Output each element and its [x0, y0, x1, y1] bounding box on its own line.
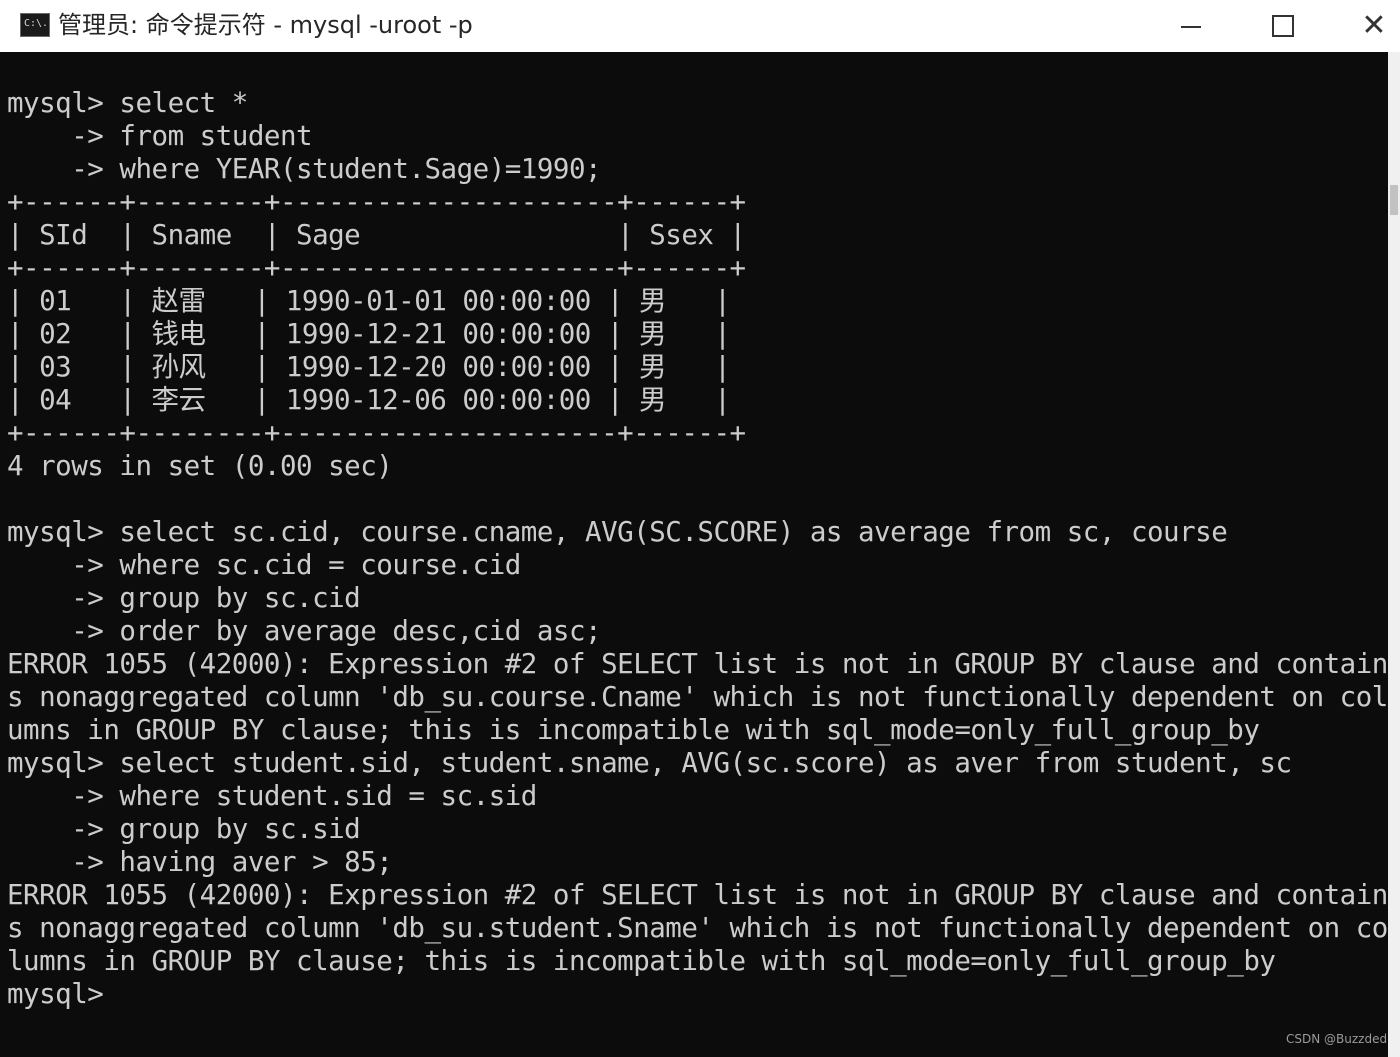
scrollbar-thumb[interactable] — [1390, 185, 1398, 215]
title-bar[interactable]: C:\. 管理员: 命令提示符 - mysql -uroot -p ✕ — [0, 0, 1400, 52]
error-message: ERROR 1055 (42000): Expression #2 of SEL… — [7, 648, 1388, 680]
error-message: s nonaggregated column 'db_su.course.Cna… — [7, 681, 1388, 713]
window-title: 管理员: 命令提示符 - mysql -uroot -p — [58, 11, 473, 39]
table-header: | SId | Sname | Sage | Ssex | — [7, 219, 746, 251]
table-row: | 03 | 孙风 | 1990-12-20 00:00:00 | 男 | — [7, 351, 731, 383]
vertical-scrollbar[interactable] — [1388, 52, 1400, 1057]
table-border: +------+--------+---------------------+-… — [7, 417, 746, 449]
error-message: umns in GROUP BY clause; this is incompa… — [7, 714, 1260, 746]
table-border: +------+--------+---------------------+-… — [7, 252, 746, 284]
console-line: mysql> select sc.cid, course.cname, AVG(… — [7, 516, 1228, 548]
console-line: -> where sc.cid = course.cid — [7, 549, 521, 581]
console-line: -> where student.sid = sc.sid — [7, 780, 537, 812]
table-row: | 04 | 李云 | 1990-12-06 00:00:00 | 男 | — [7, 384, 731, 416]
minimize-icon — [1181, 26, 1201, 28]
close-button[interactable]: ✕ — [1328, 0, 1400, 52]
error-message: ERROR 1055 (42000): Expression #2 of SEL… — [7, 879, 1388, 911]
table-row: | 02 | 钱电 | 1990-12-21 00:00:00 | 男 | — [7, 318, 731, 350]
maximize-icon — [1272, 15, 1294, 37]
result-summary: 4 rows in set (0.00 sec) — [7, 450, 393, 482]
table-row: | 01 | 赵雷 | 1990-01-01 00:00:00 | 男 | — [7, 285, 731, 317]
error-message: lumns in GROUP BY clause; this is incomp… — [7, 945, 1276, 977]
command-prompt-icon-text: C:\. — [24, 18, 49, 29]
minimize-button[interactable] — [1145, 0, 1237, 52]
table-border: +------+--------+---------------------+-… — [7, 186, 746, 218]
console-output[interactable]: mysql> select * -> from student -> where… — [0, 52, 1388, 1057]
mysql-prompt: mysql> — [7, 978, 104, 1010]
console-line: -> having aver > 85; — [7, 846, 393, 878]
maximize-button[interactable] — [1237, 0, 1329, 52]
console-line: -> group by sc.sid — [7, 813, 361, 845]
command-prompt-icon[interactable]: C:\. — [20, 13, 50, 37]
console-line: -> group by sc.cid — [7, 582, 361, 614]
console-line: mysql> select student.sid, student.sname… — [7, 747, 1292, 779]
error-message: s nonaggregated column 'db_su.student.Sn… — [7, 912, 1388, 944]
console-line: -> from student — [7, 120, 313, 152]
watermark: CSDN @Buzzded — [1286, 1032, 1388, 1046]
console-line: mysql> select * — [7, 87, 248, 119]
console-line: -> order by average desc,cid asc; — [7, 615, 602, 647]
close-icon: ✕ — [1361, 8, 1387, 43]
console-line: -> where YEAR(student.Sage)=1990; — [7, 153, 602, 185]
